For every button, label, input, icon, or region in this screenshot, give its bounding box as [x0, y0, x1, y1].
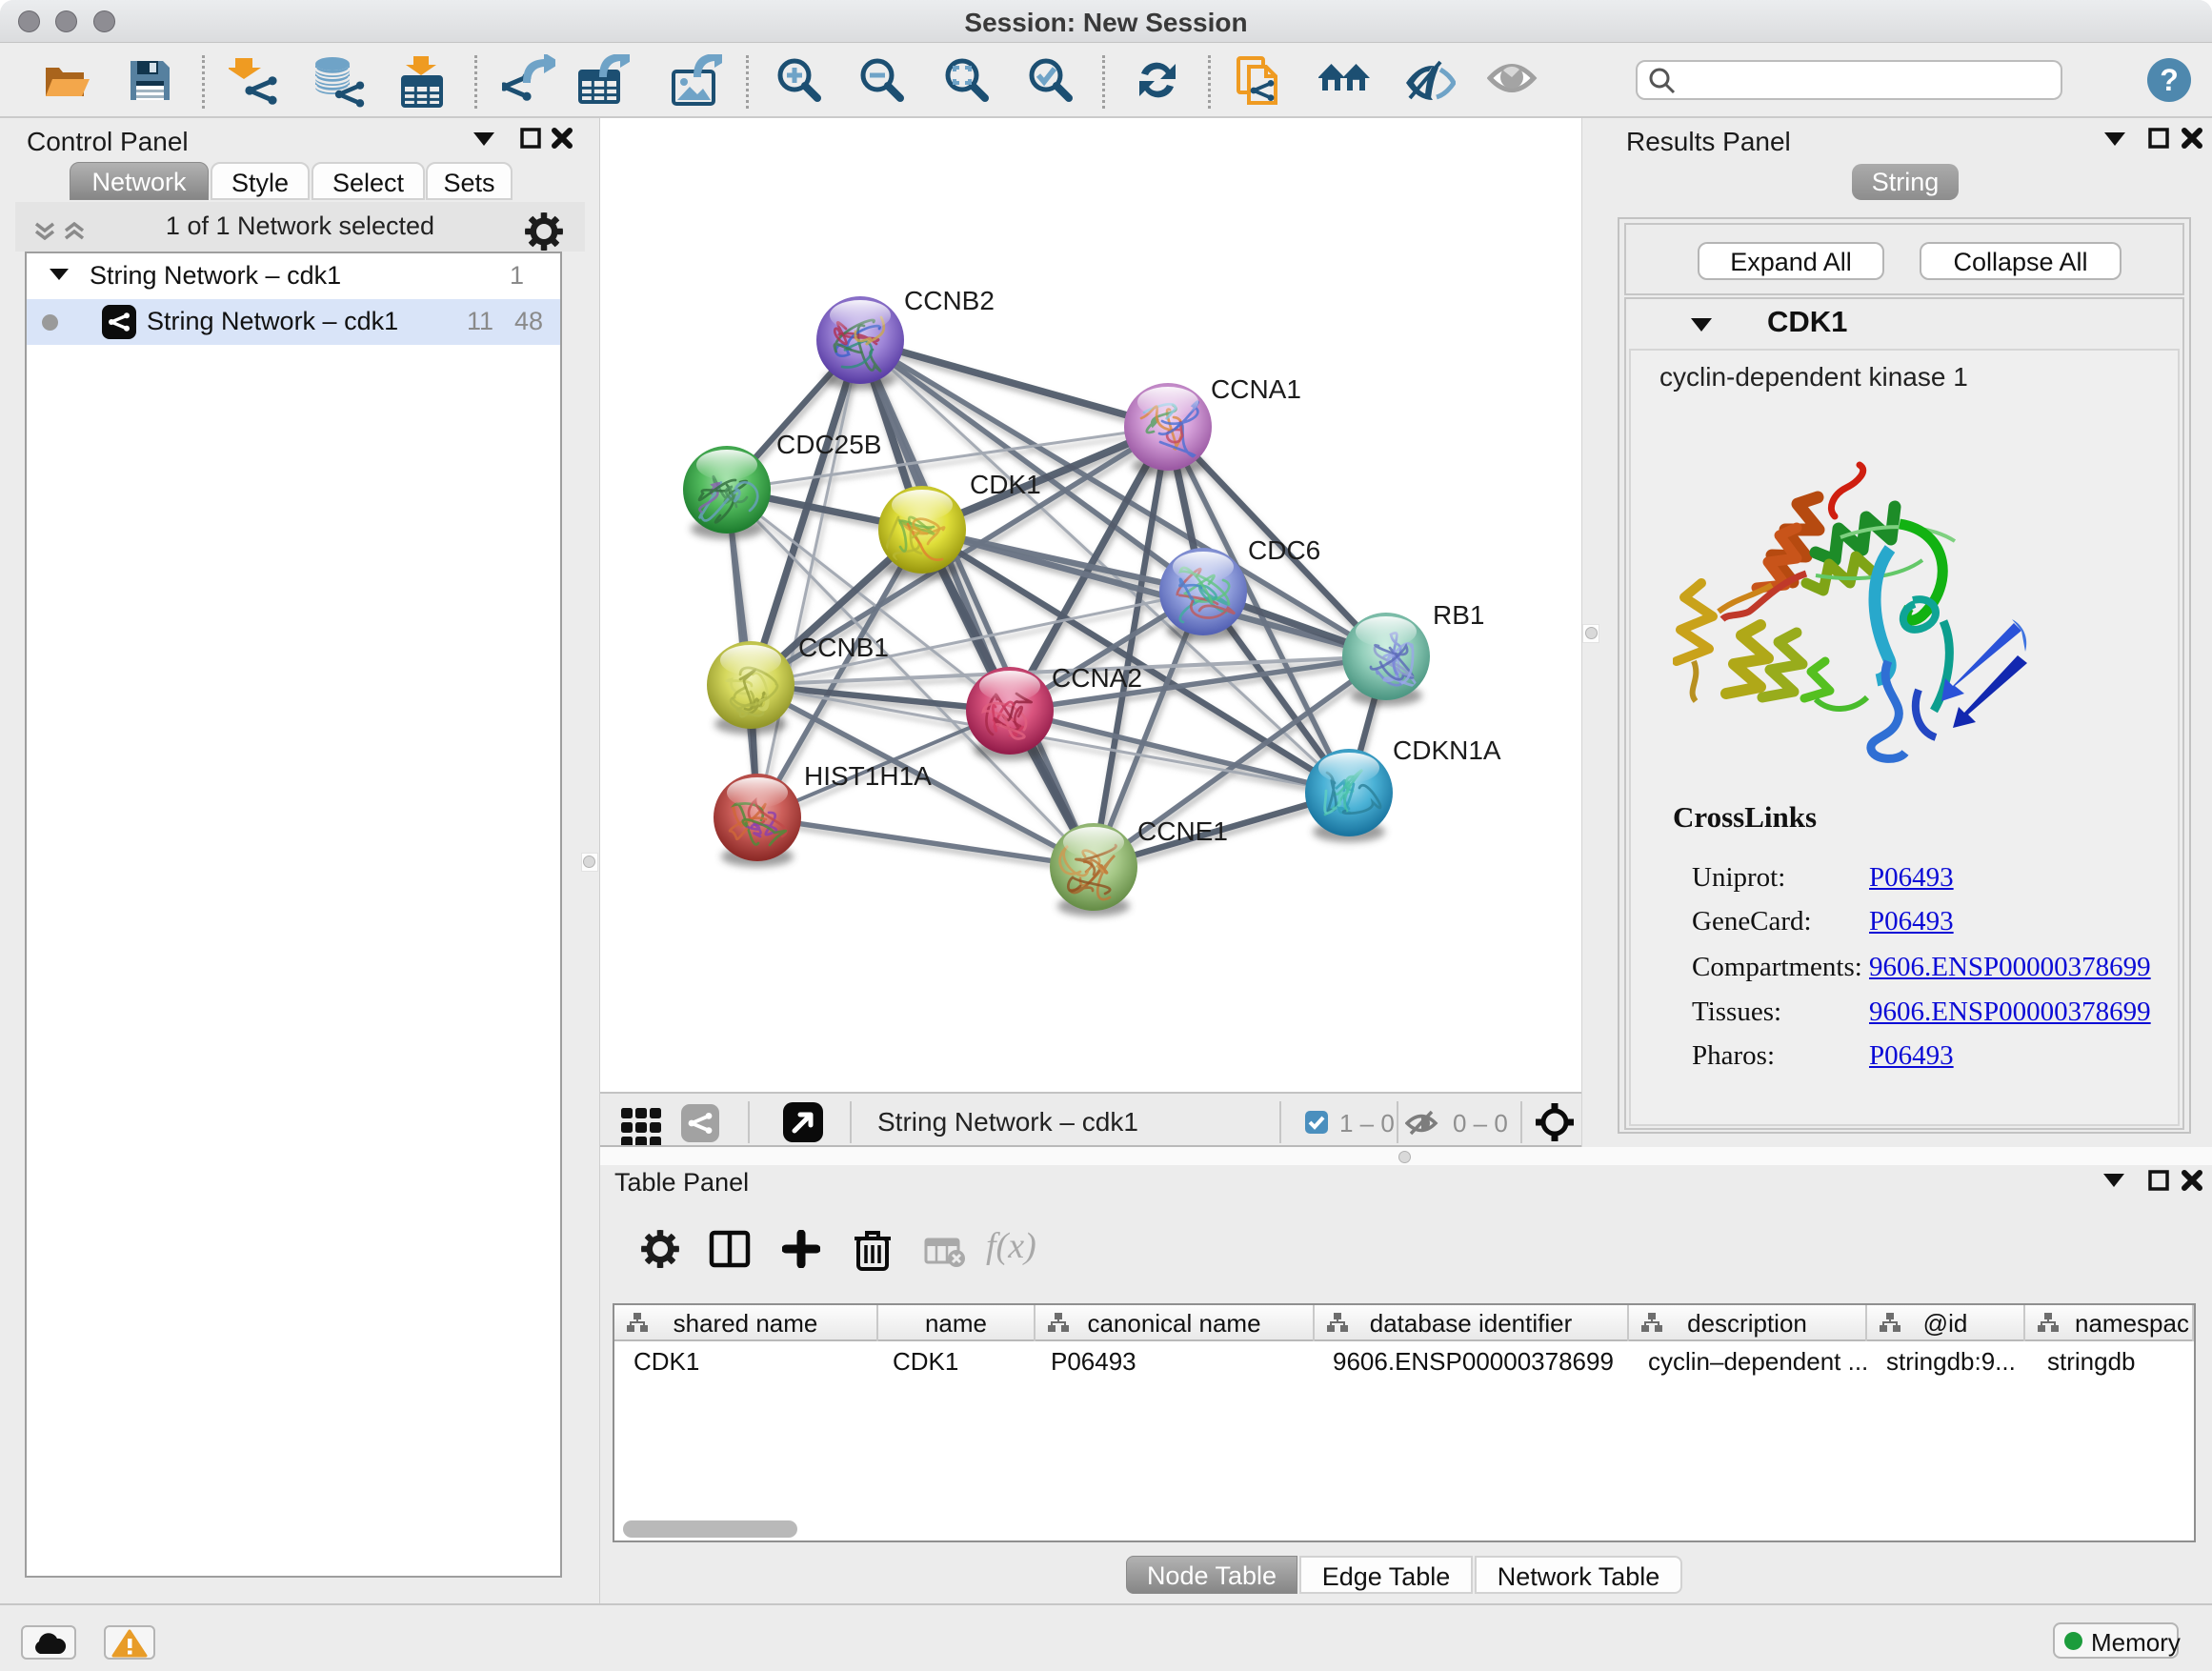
- svg-text:CCNA1: CCNA1: [1211, 374, 1301, 404]
- svg-text:CDK1: CDK1: [970, 470, 1041, 499]
- svg-text:CCNB1: CCNB1: [798, 633, 889, 662]
- svg-text:CCNE1: CCNE1: [1137, 816, 1228, 846]
- svg-text:HIST1H1A: HIST1H1A: [804, 761, 932, 791]
- svg-text:CCNA2: CCNA2: [1052, 663, 1142, 693]
- svg-text:CDC25B: CDC25B: [776, 430, 881, 459]
- svg-text:CCNB2: CCNB2: [904, 286, 995, 315]
- svg-text:CDC6: CDC6: [1248, 535, 1320, 565]
- svg-text:?: ?: [2160, 63, 2179, 97]
- svg-text:RB1: RB1: [1433, 600, 1484, 630]
- svg-text:CDKN1A: CDKN1A: [1393, 735, 1501, 765]
